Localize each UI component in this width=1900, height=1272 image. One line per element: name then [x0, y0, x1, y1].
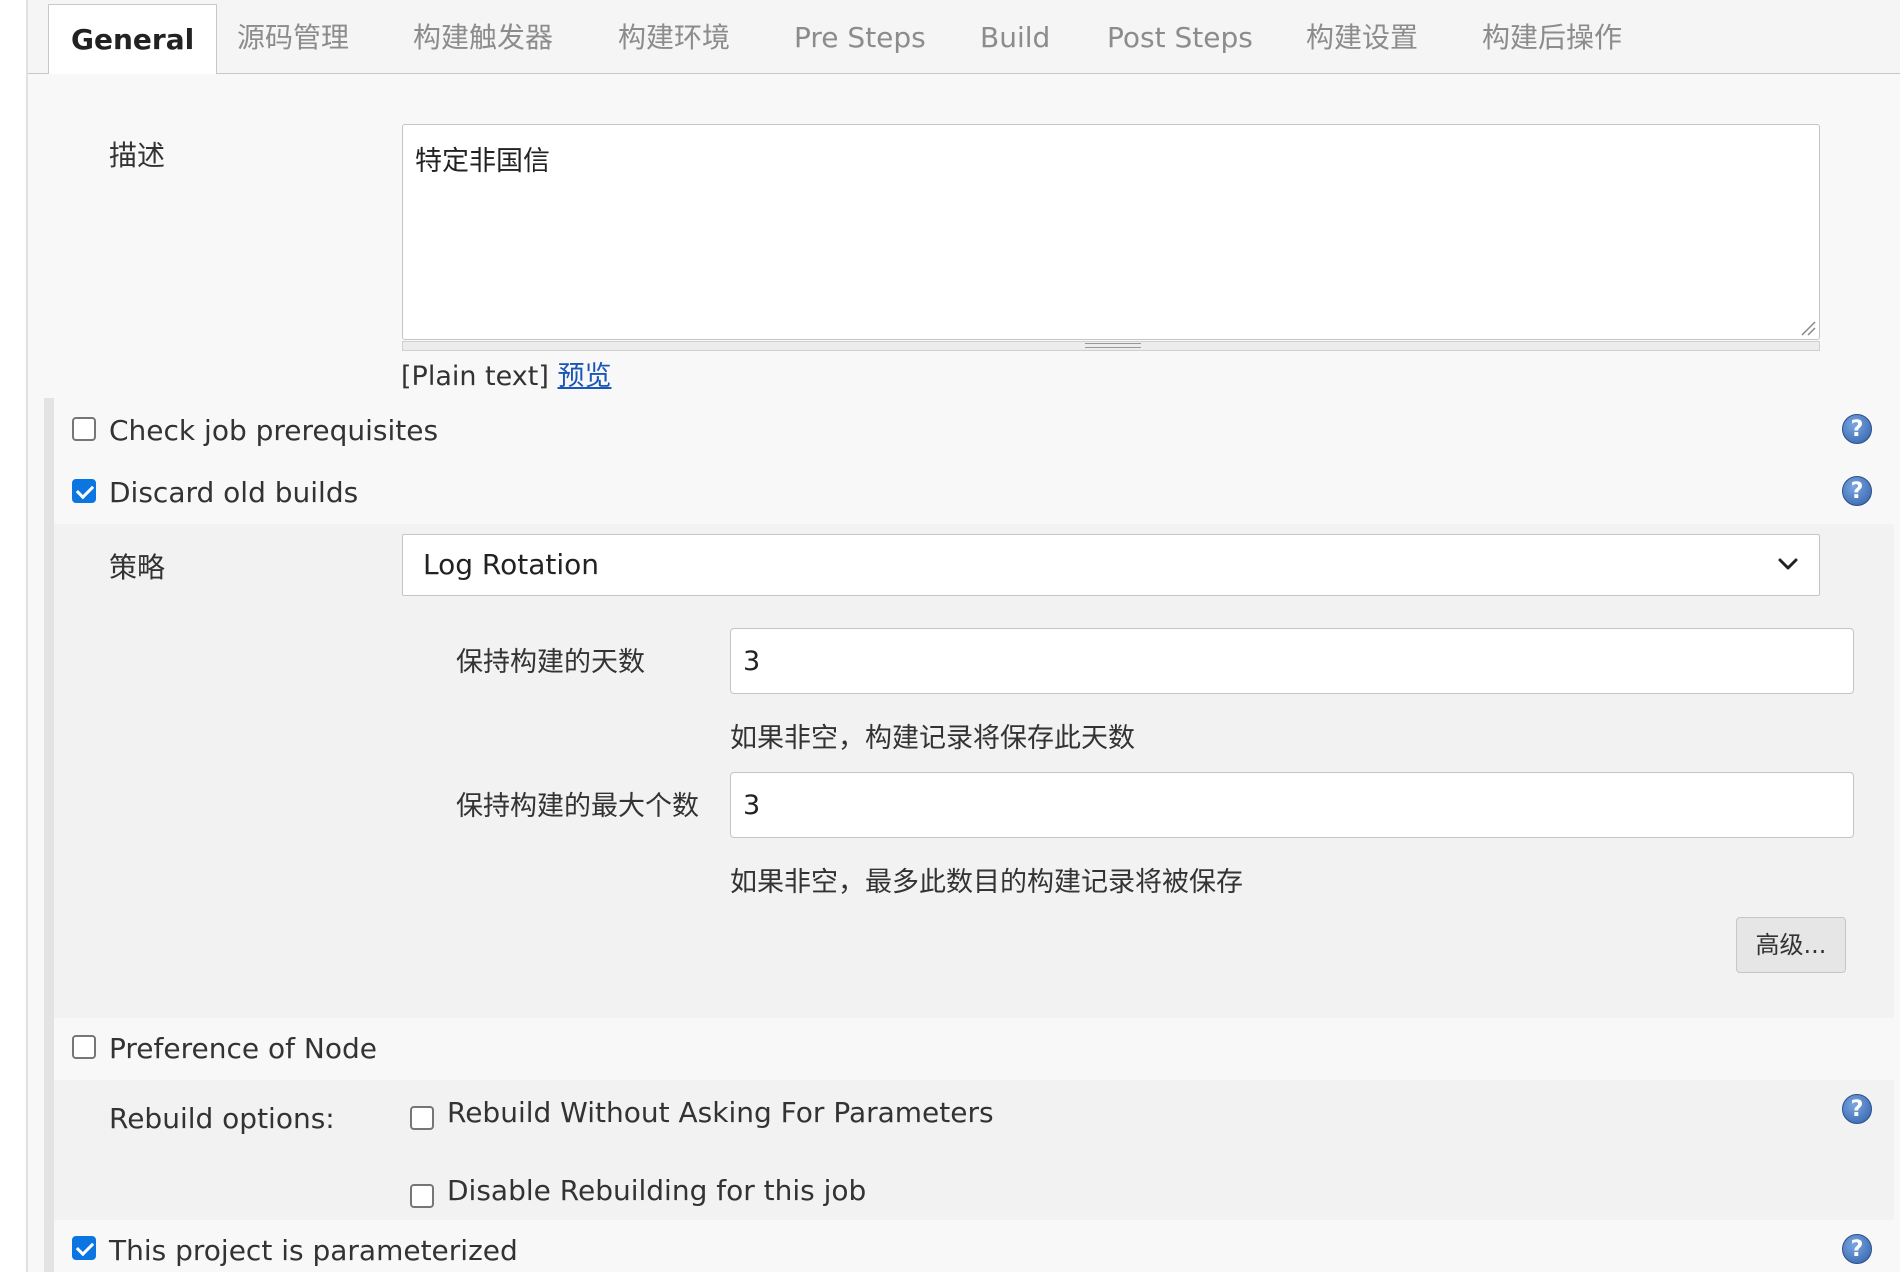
rebuild-without-asking-label: Rebuild Without Asking For Parameters — [447, 1096, 994, 1129]
parameterized-label: This project is parameterized — [109, 1234, 518, 1267]
tab-post-build-actions[interactable]: 构建后操作 — [1482, 0, 1622, 72]
help-icon[interactable]: ? — [1842, 476, 1872, 506]
disable-rebuilding-checkbox[interactable] — [410, 1184, 434, 1208]
rebuild-without-asking-checkbox[interactable] — [410, 1106, 434, 1130]
strategy-label: 策略 — [109, 551, 166, 584]
discard-old-builds-checkbox[interactable] — [72, 479, 96, 503]
rebuild-options-label: Rebuild options: — [109, 1102, 335, 1135]
disable-rebuilding-label: Disable Rebuilding for this job — [447, 1174, 867, 1207]
discard-old-builds-label: Discard old builds — [109, 476, 359, 509]
tab-bar: General 源码管理 构建触发器 构建环境 Pre Steps Build … — [28, 0, 1900, 76]
help-icon[interactable]: ? — [1842, 414, 1872, 444]
description-label: 描述 — [109, 139, 166, 172]
tab-general[interactable]: General — [48, 4, 218, 76]
check-prereq-checkbox[interactable] — [72, 417, 96, 441]
chevron-down-icon — [1778, 558, 1798, 570]
tab-pre-steps[interactable]: Pre Steps — [794, 0, 926, 72]
plain-text-note: [Plain text] — [401, 361, 549, 392]
help-icon[interactable]: ? — [1842, 1094, 1872, 1124]
days-to-keep-input[interactable] — [730, 628, 1854, 694]
resize-corner-icon[interactable] — [1800, 320, 1816, 336]
preview-link[interactable]: 预览 — [557, 361, 611, 392]
max-builds-hint: 如果非空，最多此数目的构建记录将被保存 — [730, 867, 1243, 898]
tab-build-triggers[interactable]: 构建触发器 — [413, 0, 553, 72]
days-to-keep-label: 保持构建的天数 — [456, 647, 645, 678]
tab-build[interactable]: Build — [980, 0, 1050, 72]
tab-post-steps[interactable]: Post Steps — [1107, 0, 1253, 72]
max-builds-input[interactable] — [730, 772, 1854, 838]
tab-build-settings[interactable]: 构建设置 — [1306, 0, 1418, 72]
section-accent-bar — [44, 398, 54, 1272]
strategy-selected-value: Log Rotation — [423, 548, 600, 581]
preference-node-label: Preference of Node — [109, 1032, 377, 1065]
tab-source-control[interactable]: 源码管理 — [237, 0, 349, 72]
advanced-button[interactable]: 高级... — [1736, 917, 1846, 973]
description-textarea[interactable]: 特定非国信 — [402, 124, 1820, 340]
tab-build-environment[interactable]: 构建环境 — [618, 0, 730, 72]
resize-grip-icon — [1085, 343, 1141, 348]
discard-options-panel — [54, 524, 1894, 1018]
check-prereq-label: Check job prerequisites — [109, 414, 439, 447]
strategy-select[interactable]: Log Rotation — [402, 534, 1820, 596]
days-to-keep-hint: 如果非空，构建记录将保存此天数 — [730, 723, 1135, 754]
preference-node-checkbox[interactable] — [72, 1035, 96, 1059]
description-format: [Plain text] 预览 — [401, 354, 611, 393]
parameterized-checkbox[interactable] — [72, 1236, 96, 1260]
help-icon[interactable]: ? — [1842, 1234, 1872, 1264]
max-builds-label: 保持构建的最大个数 — [456, 791, 699, 822]
